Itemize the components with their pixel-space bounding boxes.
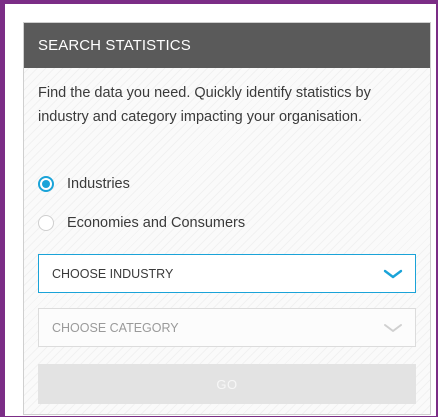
go-button[interactable]: GO [38, 364, 416, 404]
radio-economies-label: Economies and Consumers [67, 215, 246, 231]
choose-category-value: CHOOSE CATEGORY [52, 320, 179, 335]
choose-industry-select[interactable]: CHOOSE INDUSTRY [38, 254, 416, 293]
choose-industry-value: CHOOSE INDUSTRY [52, 266, 174, 281]
radio-industries[interactable]: Industries [38, 173, 130, 195]
panel-header: SEARCH STATISTICS [24, 23, 430, 68]
widget-frame: SEARCH STATISTICS Find the data you need… [0, 0, 438, 417]
panel-description: Find the data you need. Quickly identify… [38, 85, 371, 125]
chevron-down-icon[interactable] [383, 268, 403, 280]
radio-unchecked-icon[interactable] [38, 215, 54, 231]
search-statistics-panel: SEARCH STATISTICS Find the data you need… [23, 22, 431, 415]
radio-checked-icon[interactable] [38, 176, 54, 192]
radio-industries-label: Industries [67, 176, 130, 192]
choose-category-select[interactable]: CHOOSE CATEGORY [38, 308, 416, 347]
chevron-down-icon[interactable] [383, 322, 403, 334]
radio-economies-consumers[interactable]: Economies and Consumers [38, 212, 245, 234]
